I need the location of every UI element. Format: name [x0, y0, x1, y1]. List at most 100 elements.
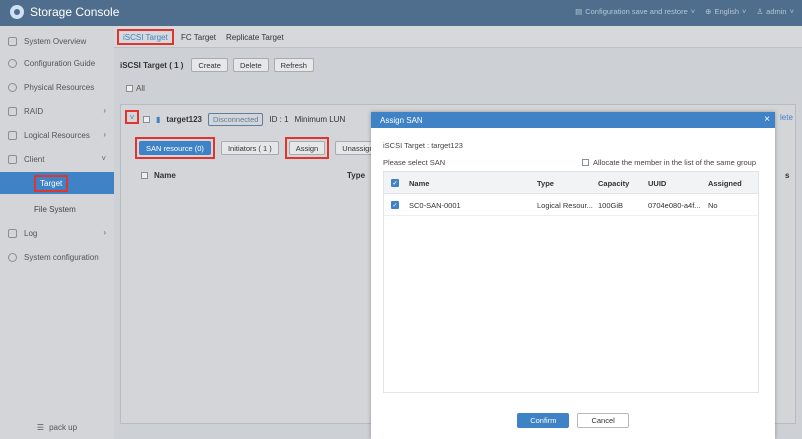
sidebar-item-physical-resources[interactable]: Physical Resources [0, 76, 114, 98]
tab-iscsi-target[interactable]: iSCSI Target [117, 29, 174, 45]
sidebar-item-label: Configuration Guide [24, 58, 96, 68]
target-header: ▮ target123 Disconnected ID : 1 Minimum … [143, 113, 345, 126]
sidebar-item-log[interactable]: Log › [0, 222, 114, 244]
target-delete-link[interactable]: lete [780, 113, 793, 122]
sidebar-item-logical-resources[interactable]: Logical Resources › [0, 124, 114, 146]
log-icon [8, 228, 17, 238]
sidebar-item-system-overview[interactable]: System Overview [0, 30, 114, 52]
target-sub-toolbar: SAN resource (0) Initiators ( 1 ) Assign… [135, 137, 381, 159]
san-table: ✓ Name Type Capacity UUID Assigned ✓ SC0… [383, 171, 759, 393]
tab-bar: iSCSI Target FC Target Replicate Target [114, 26, 802, 48]
pack-up-button[interactable]: ☰ pack up [0, 415, 114, 439]
cancel-button[interactable]: Cancel [577, 413, 629, 428]
dialog-title: Assign SAN [380, 115, 423, 125]
create-button[interactable]: Create [191, 58, 228, 72]
language-menu[interactable]: ⊕ English ˅ [705, 7, 746, 16]
target-checkbox[interactable] [143, 116, 150, 123]
allocate-label: Allocate the member in the list of the s… [593, 158, 757, 167]
san-column-name: Name [141, 171, 176, 180]
language-label: English [714, 7, 740, 16]
cell-uuid: 0704e080-a4f... [648, 200, 701, 210]
chevron-down-icon: ˅ [101, 154, 106, 163]
delete-button[interactable]: Delete [232, 58, 269, 72]
user-icon: ♙ [756, 7, 764, 16]
gear-icon [8, 252, 17, 262]
sidebar-item-label: Client [24, 154, 45, 164]
select-all-label: All [136, 84, 145, 93]
chevron-down-icon: ˅ [129, 112, 135, 122]
chevron-right-icon: › [103, 228, 106, 237]
compass-icon [8, 58, 17, 68]
sidebar-subitem-file-system[interactable]: File System [0, 198, 114, 220]
sidebar-item-label: System configuration [24, 252, 99, 262]
save-icon: ▤ [575, 7, 583, 16]
logo-icon [10, 5, 24, 19]
header-type: Type [537, 178, 554, 188]
sidebar-item-label: Logical Resources [24, 130, 90, 140]
user-menu[interactable]: ♙ admin ˅ [756, 7, 794, 16]
chevron-down-icon: ˅ [789, 7, 794, 16]
header-assigned: Assigned [708, 178, 742, 188]
sidebar-item-label: System Overview [24, 36, 87, 46]
select-all-checkbox[interactable] [126, 85, 133, 92]
config-save-restore-label: Configuration save and restore [585, 7, 688, 16]
target-toolbar: iSCSI Target ( 1 ) Create Delete Refresh [120, 58, 314, 72]
status-badge: Disconnected [207, 113, 264, 126]
app-title: Storage Console [30, 5, 120, 19]
user-label: admin [766, 7, 787, 16]
tab-replicate-target[interactable]: Replicate Target [222, 29, 288, 45]
allocate-checkbox[interactable] [582, 159, 589, 166]
close-icon[interactable]: × [764, 114, 770, 125]
raid-icon [8, 106, 17, 116]
assign-frame: Assign [284, 137, 330, 159]
row-checkbox[interactable]: ✓ [391, 201, 399, 209]
allocate-same-group-option[interactable]: Allocate the member in the list of the s… [582, 158, 756, 167]
chevron-right-icon: › [103, 130, 106, 139]
sidebar-item-label: Log [24, 228, 38, 238]
dialog-target-info: iSCSI Target : target123 [383, 141, 463, 150]
row-checkbox-cell: ✓ [391, 194, 399, 216]
dialog-footer: Confirm Cancel [371, 413, 775, 428]
sidebar-subitem-target[interactable]: Target [0, 172, 114, 194]
select-all-san-checkbox[interactable]: ✓ [391, 179, 399, 187]
san-column-truncated: s [785, 171, 790, 180]
refresh-button[interactable]: Refresh [273, 58, 314, 72]
chevron-down-icon: ˅ [742, 7, 747, 16]
san-resource-tab[interactable]: SAN resource (0) [139, 141, 211, 155]
cell-assigned: No [708, 200, 718, 210]
header-name: Name [409, 178, 430, 188]
sidebar-subitem-label: Target [34, 174, 69, 192]
sidebar-item-label: Physical Resources [24, 82, 95, 92]
client-icon [8, 154, 17, 164]
sidebar-item-system-configuration[interactable]: System configuration [0, 246, 114, 268]
grid-icon [8, 36, 17, 46]
target-id: ID : 1 [269, 115, 289, 124]
table-header: ✓ Name Type Capacity UUID Assigned [384, 172, 758, 194]
sidebar-item-client[interactable]: Client ˅ [0, 148, 114, 170]
expand-toggle[interactable]: ˅ [125, 110, 139, 124]
cell-capacity: 100GiB [598, 200, 624, 210]
tab-fc-target[interactable]: FC Target [177, 29, 220, 45]
dialog-header: Assign SAN × [371, 112, 775, 128]
sidebar-item-raid[interactable]: RAID › [0, 100, 114, 122]
san-select-all-checkbox[interactable] [141, 172, 148, 179]
config-save-restore-menu[interactable]: ▤ Configuration save and restore ˅ [575, 7, 695, 16]
header-capacity: Capacity [598, 178, 630, 188]
confirm-button[interactable]: Confirm [517, 413, 570, 428]
table-row[interactable]: ✓ SC0-SAN-0001 Logical Resour... 100GiB … [384, 194, 758, 216]
sidebar-item-configuration-guide[interactable]: Configuration Guide [0, 52, 114, 74]
sidebar-item-label: RAID [24, 106, 44, 116]
cell-name: SC0-SAN-0001 [409, 200, 461, 210]
brand: Storage Console [10, 5, 119, 19]
menu-icon: ☰ [36, 422, 45, 432]
column-name-label: Name [154, 171, 176, 180]
sidebar-subitem-label: File System [34, 204, 76, 214]
top-right-menu: ▤ Configuration save and restore ˅ ⊕ Eng… [575, 7, 794, 16]
san-resource-frame: SAN resource (0) [135, 137, 215, 159]
header-checkbox-cell: ✓ [391, 172, 399, 194]
assign-san-dialog: Assign SAN × iSCSI Target : target123 Pl… [371, 112, 775, 439]
header-uuid: UUID [648, 178, 667, 188]
initiators-tab[interactable]: Initiators ( 1 ) [220, 141, 279, 155]
assign-button[interactable]: Assign [288, 141, 326, 155]
target-icon: ▮ [156, 115, 161, 124]
